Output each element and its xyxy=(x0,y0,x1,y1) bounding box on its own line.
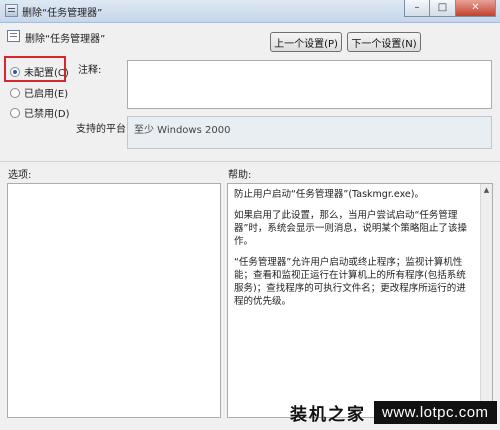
radio-enabled[interactable]: 已启用(E) xyxy=(10,85,68,100)
help-paragraph: 防止用户启动“任务管理器”(Taskmgr.exe)。 xyxy=(234,189,424,200)
policy-setting-icon xyxy=(7,30,20,42)
help-paragraph: “任务管理器”允许用户启动或终止程序；监视计算机性能；查看和监视正运行在计算机上… xyxy=(234,257,466,307)
scroll-up-icon[interactable]: ▲ xyxy=(481,184,492,196)
platform-label: 支持的平台: xyxy=(76,124,130,135)
next-setting-button[interactable]: 下一个设置(N) xyxy=(347,32,421,52)
radio-selected-icon[interactable] xyxy=(10,66,20,77)
title-bar: 删除“任务管理器” – □ ✕ xyxy=(0,0,500,23)
platform-field: 至少 Windows 2000 xyxy=(127,116,492,149)
comment-textarea[interactable] xyxy=(127,60,492,109)
help-panel[interactable]: 防止用户启动“任务管理器”(Taskmgr.exe)。 如果启用了此设置，那么，… xyxy=(227,183,493,418)
help-paragraph: 如果启用了此设置，那么，当用户尝试启动“任务管理器”时，系统会显示一则消息，说明… xyxy=(234,210,467,247)
previous-setting-button[interactable]: 上一个设置(P) xyxy=(270,32,342,52)
radio-disabled[interactable]: 已禁用(D) xyxy=(10,105,70,120)
dialog-content: 删除“任务管理器” 上一个设置(P) 下一个设置(N) 未配置(C) 已启用(E… xyxy=(0,23,500,430)
radio-label: 已启用(E) xyxy=(24,89,69,100)
radio-label: 未配置(C) xyxy=(24,68,69,79)
radio-unselected-icon[interactable] xyxy=(10,87,20,98)
options-panel[interactable] xyxy=(7,183,221,418)
help-label: 帮助: xyxy=(228,170,252,181)
setting-name: 删除“任务管理器” xyxy=(25,34,106,45)
radio-not-configured[interactable]: 未配置(C) xyxy=(10,64,69,79)
minimize-button[interactable]: – xyxy=(404,0,430,17)
window-controls: – □ ✕ xyxy=(404,0,496,17)
maximize-button[interactable]: □ xyxy=(430,0,456,17)
options-label: 选项: xyxy=(8,170,32,181)
radio-unselected-icon[interactable] xyxy=(10,107,20,118)
help-scrollbar[interactable]: ▲ ▼ xyxy=(480,184,492,417)
window-icon xyxy=(5,4,18,17)
watermark-site-name: 装机之家 xyxy=(290,404,366,425)
window-title: 删除“任务管理器” xyxy=(22,8,103,19)
comment-label: 注释: xyxy=(78,65,102,76)
divider xyxy=(0,161,500,162)
watermark: 装机之家 www.lotpc.com xyxy=(290,398,497,426)
watermark-url: www.lotpc.com xyxy=(374,400,497,424)
close-button[interactable]: ✕ xyxy=(456,0,496,17)
radio-label: 已禁用(D) xyxy=(24,109,70,120)
